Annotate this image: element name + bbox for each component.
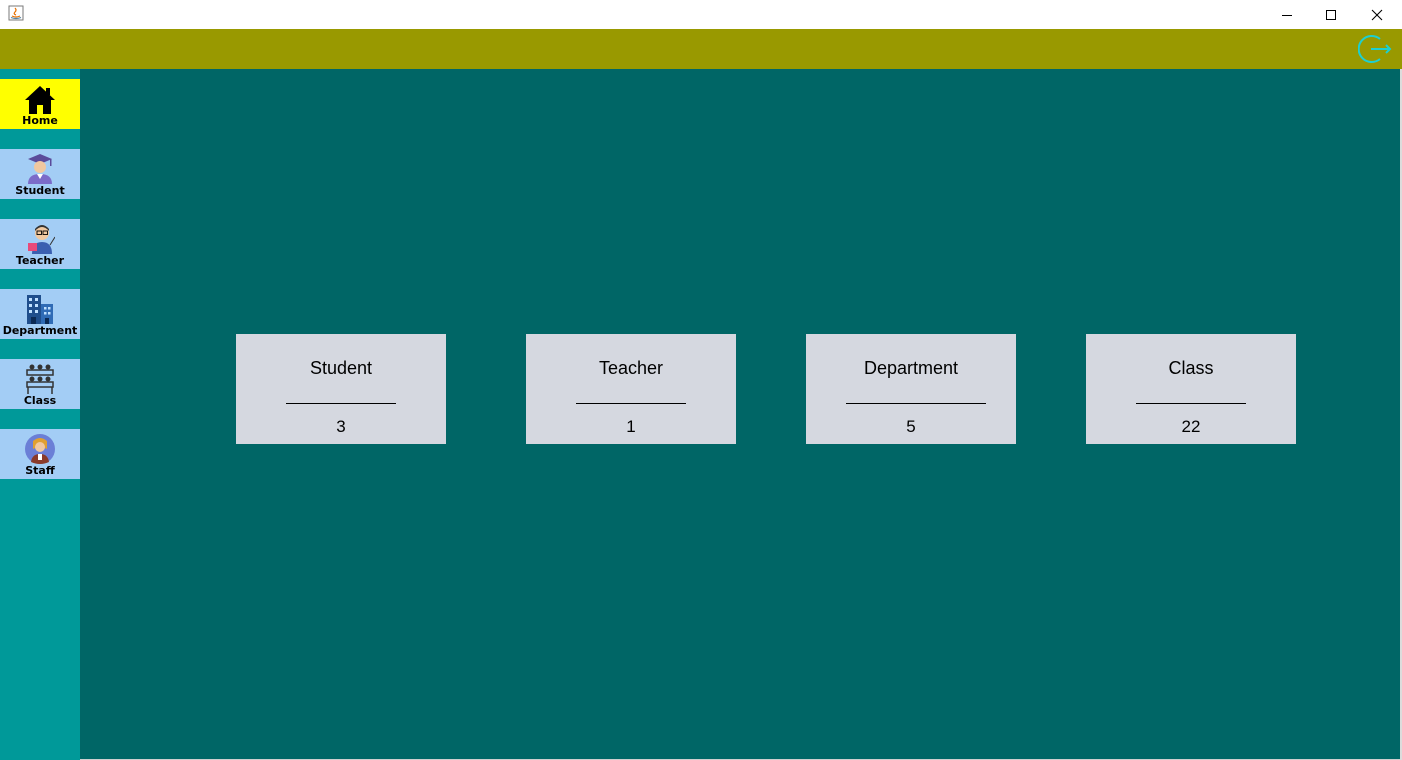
sidebar-item-label: Student [15,184,65,197]
staff-icon [25,434,55,464]
logout-button[interactable] [1357,33,1392,65]
card-count: 1 [626,417,636,436]
maximize-icon [1326,9,1336,20]
teacher-icon [28,225,55,254]
app-window: Home Student Teacher Department Class St… [0,0,1402,760]
dashboard-main: Student 3 Teacher 1 Department 5 Class 2… [80,69,1400,759]
close-button[interactable] [1354,0,1400,29]
card-class: Class 22 [1086,334,1296,444]
sidebar-item-label: Department [2,324,78,337]
card-teacher: Teacher 1 [526,334,736,444]
card-count: 5 [906,417,916,436]
sidebar-item-home[interactable]: Home [0,79,80,129]
card-student: Student 3 [236,334,446,444]
department-icon [27,295,53,324]
java-app-icon [8,5,24,21]
top-header [0,29,1402,69]
sidebar-item-teacher[interactable]: Teacher [0,219,80,269]
sidebar-item-department[interactable]: Department [0,289,80,339]
home-icon [25,86,55,114]
minimize-button[interactable] [1264,0,1310,29]
sidebar-item-label: Staff [25,464,55,477]
sidebar-item-label: Class [23,394,57,407]
sidebar-item-staff[interactable]: Staff [0,429,80,479]
card-title: Student [309,358,373,378]
card-divider [576,403,686,404]
sidebar-item-label: Home [22,114,58,127]
card-count: 22 [1181,417,1201,436]
card-divider [286,403,396,404]
logout-icon [1357,35,1392,63]
card-title: Class [1168,358,1214,378]
sidebar-item-class[interactable]: Class [0,359,80,409]
close-icon [1371,9,1383,20]
card-title: Teacher [598,358,664,378]
maximize-button[interactable] [1308,0,1354,29]
card-divider [1136,403,1246,404]
card-count: 3 [336,417,346,436]
class-icon [26,364,54,394]
minimize-icon [1282,14,1292,16]
card-department: Department 5 [806,334,1016,444]
sidebar-item-label: Teacher [15,254,65,267]
sidebar-item-student[interactable]: Student [0,149,80,199]
sidebar: Home Student Teacher Department Class St… [0,69,80,760]
student-icon [28,154,52,184]
card-title: Department [863,358,959,378]
title-bar [0,0,1402,29]
card-divider [846,403,986,404]
